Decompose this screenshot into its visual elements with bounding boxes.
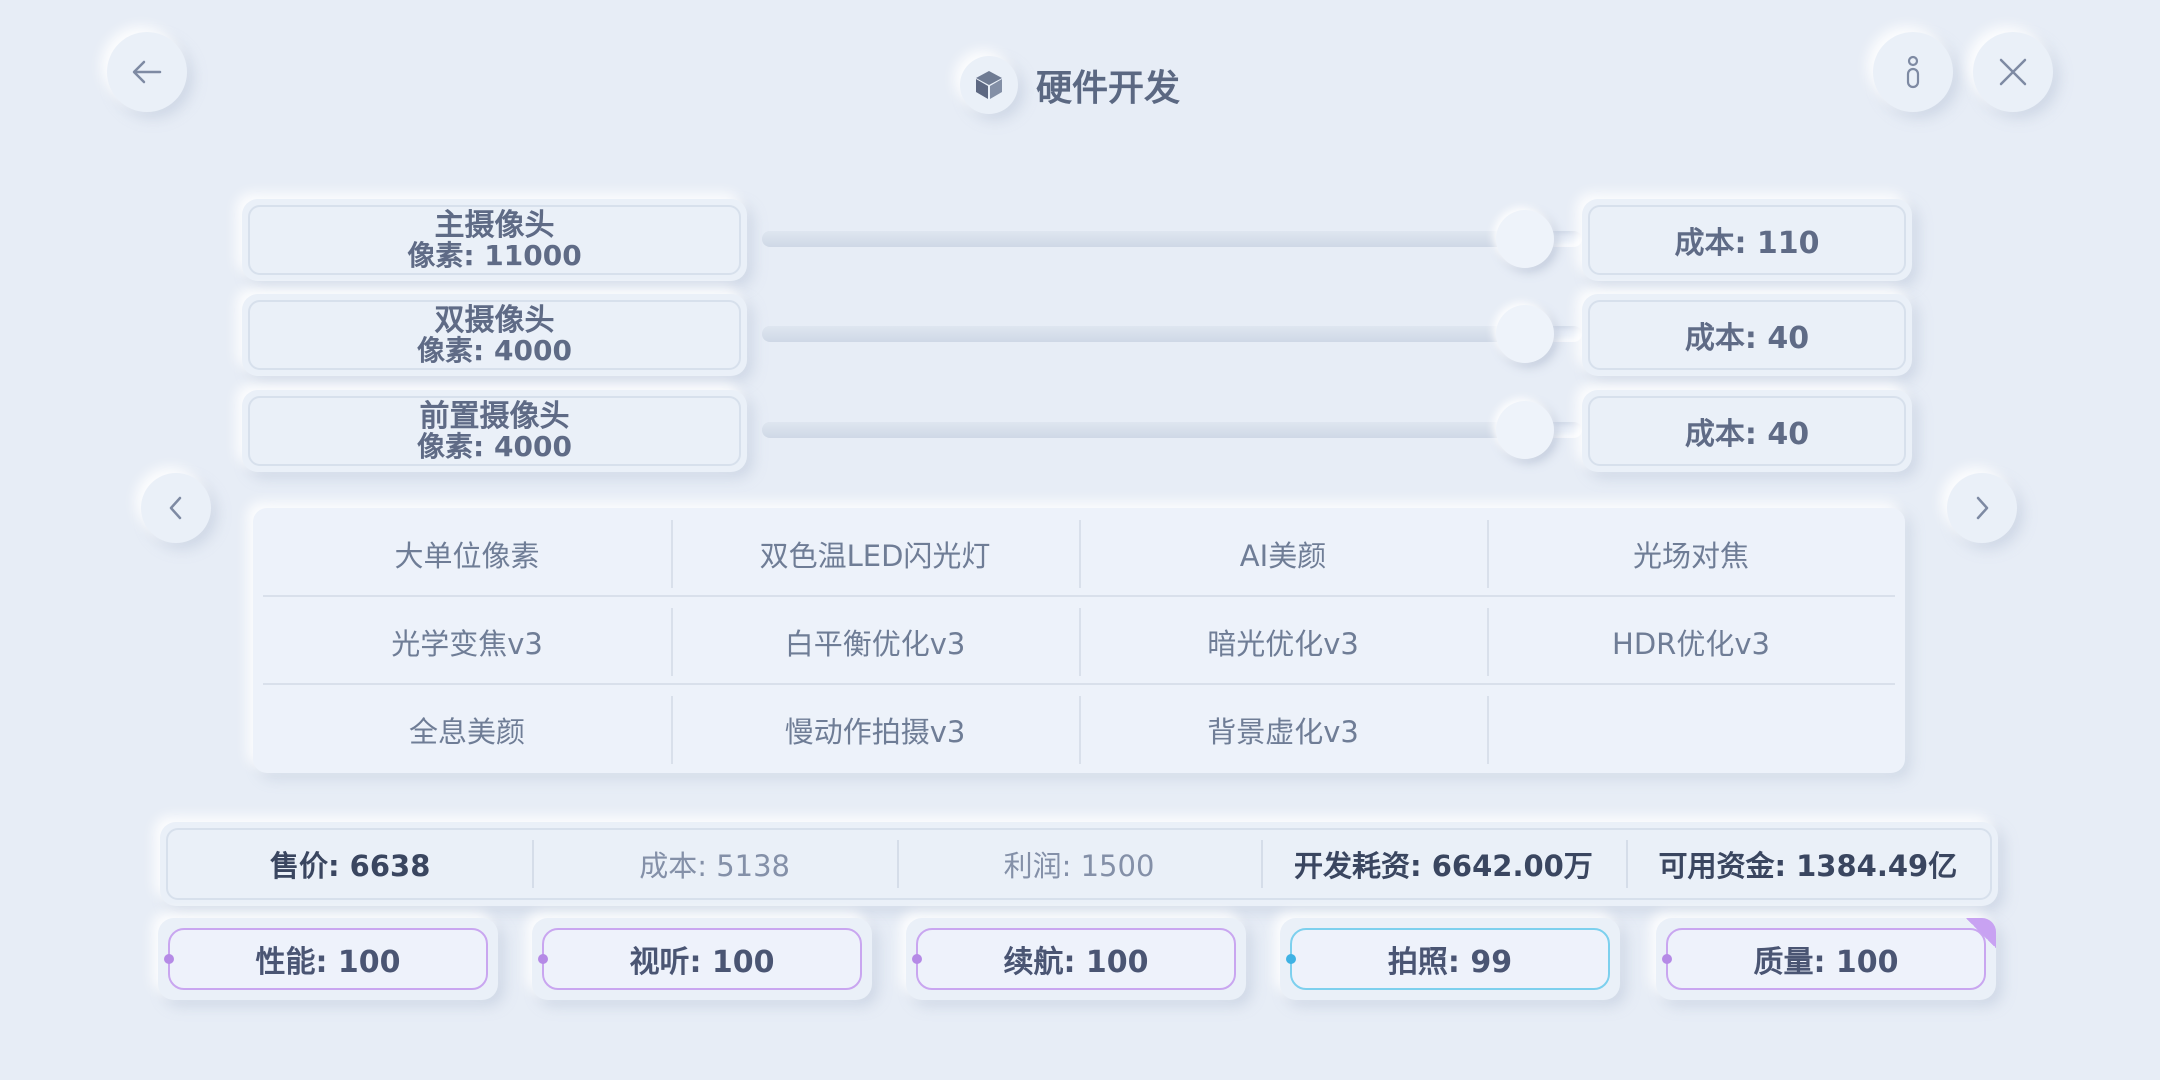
camera-cost-box: 成本: 40 (1582, 294, 1912, 376)
profit-stat: 利润: 1500 (896, 830, 1261, 898)
camera-cost: 成本: 40 (1588, 300, 1906, 370)
rating-label: 质量: 100 (1753, 945, 1899, 980)
camera-cost: 成本: 110 (1588, 205, 1906, 275)
slider-thumb[interactable] (1495, 401, 1554, 459)
divider (263, 683, 1895, 685)
slider-fill (762, 326, 1525, 342)
slider-fill (762, 422, 1525, 438)
next-page-button[interactable] (1947, 473, 2017, 543)
camera-pixels: 像素: 11000 (407, 239, 582, 273)
divider (263, 595, 1895, 597)
rating-label: 拍照: 99 (1387, 945, 1513, 980)
rating-label: 续航: 100 (1003, 945, 1149, 980)
stats-bar: 售价: 6638 成本: 5138 利润: 1500 开发耗资: 6642.00… (160, 822, 1998, 906)
camera-label-box: 主摄像头 像素: 11000 (242, 199, 747, 281)
feature-item-empty (1487, 686, 1895, 774)
camera-pixels: 像素: 4000 (417, 334, 572, 368)
rating-battery: 续航: 100 (906, 918, 1246, 1000)
camera-slider[interactable] (762, 210, 1582, 268)
cost-stat: 成本: 5138 (532, 830, 896, 898)
rating-dot (1286, 954, 1296, 964)
camera-row-front: 前置摄像头 像素: 4000 成本: 40 (242, 390, 1912, 472)
chevron-left-icon (169, 496, 182, 520)
rating-label: 性能: 100 (255, 945, 401, 980)
camera-cost-box: 成本: 40 (1582, 390, 1912, 472)
rating-label: 视听: 100 (629, 945, 775, 980)
dev-cost-stat: 开发耗资: 6642.00万 (1261, 830, 1625, 898)
corner-tag (1966, 918, 1996, 948)
feature-item[interactable]: 背景虚化v3 (1079, 686, 1487, 774)
camera-name: 主摄像头 (434, 207, 555, 243)
chevron-right-icon (1976, 496, 1989, 520)
feature-row: 大单位像素 双色温LED闪光灯 AI美颜 光场对焦 (263, 510, 1895, 598)
prev-page-button[interactable] (141, 473, 211, 543)
info-icon (1906, 55, 1920, 89)
rating-photo: 拍照: 99 (1280, 918, 1620, 1000)
rating-dot (538, 954, 548, 964)
camera-slider[interactable] (762, 305, 1582, 363)
info-button[interactable] (1873, 32, 1953, 112)
close-button[interactable] (1973, 32, 2053, 112)
feature-item[interactable]: 光学变焦v3 (263, 598, 671, 686)
rating-dot (164, 954, 174, 964)
feature-row: 全息美颜 慢动作拍摄v3 背景虚化v3 (263, 686, 1895, 774)
slider-thumb[interactable] (1495, 305, 1554, 363)
camera-row-main: 主摄像头 像素: 11000 成本: 110 (242, 199, 1912, 281)
feature-item[interactable]: 大单位像素 (263, 510, 671, 598)
feature-item[interactable]: 双色温LED闪光灯 (671, 510, 1079, 598)
feature-item[interactable]: 慢动作拍摄v3 (671, 686, 1079, 774)
page-title: 硬件开发 (1036, 68, 1181, 109)
feature-grid: 大单位像素 双色温LED闪光灯 AI美颜 光场对焦 光学变焦v3 白平衡优化v3… (253, 508, 1905, 773)
camera-slider[interactable] (762, 401, 1582, 459)
camera-cost: 成本: 40 (1588, 396, 1906, 466)
camera-label-box: 双摄像头 像素: 4000 (242, 294, 747, 376)
feature-item[interactable]: 光场对焦 (1487, 510, 1895, 598)
camera-name: 双摄像头 (434, 302, 555, 338)
back-button[interactable] (107, 32, 187, 112)
feature-item[interactable]: 全息美颜 (263, 686, 671, 774)
rating-dot (1662, 954, 1672, 964)
rating-audiovisual: 视听: 100 (532, 918, 872, 1000)
feature-item[interactable]: AI美颜 (1079, 510, 1487, 598)
camera-pixels: 像素: 4000 (417, 430, 572, 464)
title-area: 硬件开发 (960, 55, 1180, 115)
camera-name: 前置摄像头 (419, 398, 570, 434)
cube-icon (960, 56, 1018, 114)
price-stat: 售价: 6638 (269, 849, 431, 883)
close-icon (1999, 58, 2027, 86)
feature-item[interactable]: HDR优化v3 (1487, 598, 1895, 686)
rating-quality: 质量: 100 (1656, 918, 1996, 1000)
slider-thumb[interactable] (1495, 210, 1554, 268)
funds-stat: 可用资金: 1384.49亿 (1625, 830, 1990, 898)
rating-dot (912, 954, 922, 964)
rating-performance: 性能: 100 (158, 918, 498, 1000)
camera-row-dual: 双摄像头 像素: 4000 成本: 40 (242, 294, 1912, 376)
camera-cost-box: 成本: 110 (1582, 199, 1912, 281)
camera-label-box: 前置摄像头 像素: 4000 (242, 390, 747, 472)
arrow-left-icon (132, 60, 162, 84)
feature-item[interactable]: 白平衡优化v3 (671, 598, 1079, 686)
feature-row: 光学变焦v3 白平衡优化v3 暗光优化v3 HDR优化v3 (263, 598, 1895, 686)
slider-fill (762, 231, 1525, 247)
feature-item[interactable]: 暗光优化v3 (1079, 598, 1487, 686)
